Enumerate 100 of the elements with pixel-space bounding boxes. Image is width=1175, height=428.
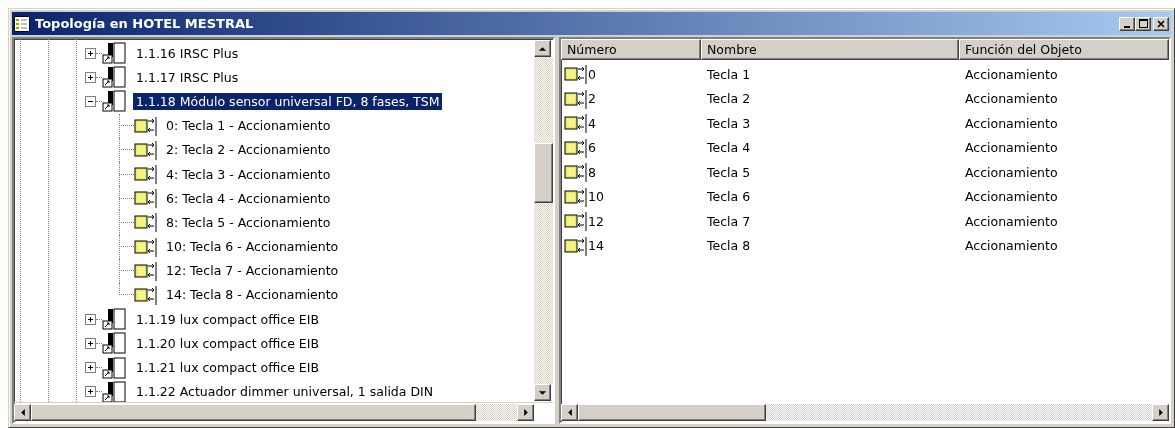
tree-item[interactable]: 1.1.19 lux compact office EIB [133, 310, 322, 328]
tree-item[interactable]: 6: Tecla 4 - Accionamiento [163, 189, 334, 207]
table-cell: Accionamiento [965, 140, 1058, 156]
table-cell: Tecla 6 [707, 189, 751, 205]
table-cell: Tecla 7 [707, 213, 751, 229]
object-icon [564, 113, 588, 134]
object-icon [134, 236, 158, 257]
scroll-left-button[interactable] [561, 404, 578, 421]
object-icon [134, 188, 158, 209]
triangle-left-icon [566, 408, 573, 417]
tree-item[interactable]: 1.1.17 IRSC Plus [133, 68, 242, 86]
table-cell: Accionamiento [965, 66, 1058, 82]
plus-icon [87, 49, 94, 57]
tree-item[interactable]: 1.1.21 lux compact office EIB [133, 359, 322, 377]
plus-icon [87, 364, 94, 372]
table-cell: 12 [588, 213, 604, 229]
table-cell: Tecla 1 [707, 66, 751, 82]
column-header[interactable]: Función del Objeto [959, 39, 1169, 60]
tree-item[interactable]: 8: Tecla 5 - Accionamiento [163, 213, 334, 231]
triangle-right-icon [522, 408, 529, 417]
device-icon [102, 66, 126, 89]
expand-toggle[interactable] [85, 71, 96, 83]
tree-item[interactable]: 0: Tecla 1 - Accionamiento [163, 117, 334, 135]
column-header[interactable]: Nombre [701, 39, 959, 60]
device-icon [102, 380, 126, 402]
table-cell: 8 [588, 164, 596, 180]
scroll-left-button[interactable] [14, 404, 31, 421]
object-icon [134, 260, 158, 281]
plus-icon [87, 73, 94, 81]
object-icon [564, 211, 588, 232]
expand-toggle[interactable] [85, 313, 96, 325]
object-icon [134, 212, 158, 233]
tree-item[interactable]: 1.1.18 Módulo sensor universal FD, 8 fases, TSM [133, 92, 443, 110]
table-cell: Tecla 4 [707, 140, 751, 156]
device-icon [102, 308, 126, 331]
tree-item[interactable]: 10: Tecla 6 - Accionamiento [163, 238, 342, 256]
plus-icon [87, 315, 94, 323]
table-cell: Accionamiento [965, 91, 1058, 107]
object-icon [564, 137, 588, 158]
tree-item[interactable]: 1.1.22 Actuador dimmer universal, 1 salida DIN [133, 383, 437, 401]
scroll-down-button[interactable] [534, 384, 551, 401]
expand-toggle[interactable] [85, 362, 96, 374]
column-header[interactable]: Número [561, 39, 701, 60]
object-icon [564, 162, 588, 183]
table-cell: Accionamiento [965, 189, 1058, 205]
triangle-down-icon [538, 389, 547, 396]
object-icon [564, 186, 588, 207]
table-cell: Tecla 2 [707, 91, 751, 107]
window-title: Topología en HOTEL MESTRAL [35, 16, 255, 31]
table-cell: 10 [588, 189, 604, 205]
triangle-left-icon [19, 408, 26, 417]
table-cell: Tecla 3 [707, 115, 751, 131]
table-cell: 6 [588, 140, 596, 156]
table-cell: Accionamiento [965, 238, 1058, 254]
object-icon [134, 115, 158, 136]
device-icon [102, 356, 126, 379]
table-cell: 2 [588, 91, 596, 107]
expand-toggle[interactable] [85, 47, 96, 59]
minimize-button[interactable] [1119, 16, 1135, 31]
tree-item[interactable]: 4: Tecla 3 - Accionamiento [163, 165, 334, 183]
triangle-up-icon [538, 45, 547, 52]
device-icon [102, 332, 126, 355]
scroll-right-button[interactable] [1152, 404, 1169, 421]
table-cell: Tecla 5 [707, 164, 751, 180]
close-button[interactable] [1153, 16, 1169, 31]
minimize-icon [1124, 25, 1130, 28]
object-icon [134, 284, 158, 305]
triangle-right-icon [1157, 408, 1164, 417]
plus-icon [87, 388, 94, 396]
tree-item[interactable]: 14: Tecla 8 - Accionamiento [163, 286, 342, 304]
maximize-icon [1138, 19, 1148, 28]
table-cell: 14 [588, 238, 604, 254]
close-icon [1157, 19, 1165, 28]
table-cell: Accionamiento [965, 115, 1058, 131]
scroll-up-button[interactable] [534, 40, 551, 57]
device-icon [102, 90, 126, 113]
tree-item[interactable]: 1.1.16 IRSC Plus [133, 44, 242, 62]
object-icon [564, 64, 588, 85]
table-cell: Tecla 8 [707, 238, 751, 254]
table-cell: Accionamiento [965, 164, 1058, 180]
tree-item[interactable]: 12: Tecla 7 - Accionamiento [163, 262, 342, 280]
table-cell: Accionamiento [965, 213, 1058, 229]
object-icon [134, 164, 158, 185]
collapse-toggle[interactable] [85, 95, 96, 107]
app-icon [14, 15, 30, 32]
expand-toggle[interactable] [85, 337, 96, 349]
scroll-thumb[interactable] [534, 143, 553, 203]
tree-item[interactable]: 2: Tecla 2 - Accionamiento [163, 141, 334, 159]
object-icon [134, 139, 158, 160]
tree-item[interactable]: 1.1.20 lux compact office EIB [133, 334, 322, 352]
scroll-thumb[interactable] [578, 404, 766, 421]
device-icon [102, 42, 126, 65]
table-cell: 0 [588, 66, 596, 82]
plus-icon [87, 339, 94, 347]
scroll-right-button[interactable] [517, 404, 534, 421]
object-icon [564, 88, 588, 109]
expand-toggle[interactable] [85, 386, 96, 398]
table-cell: 4 [588, 115, 596, 131]
object-icon [564, 235, 588, 256]
maximize-button[interactable] [1135, 16, 1151, 31]
